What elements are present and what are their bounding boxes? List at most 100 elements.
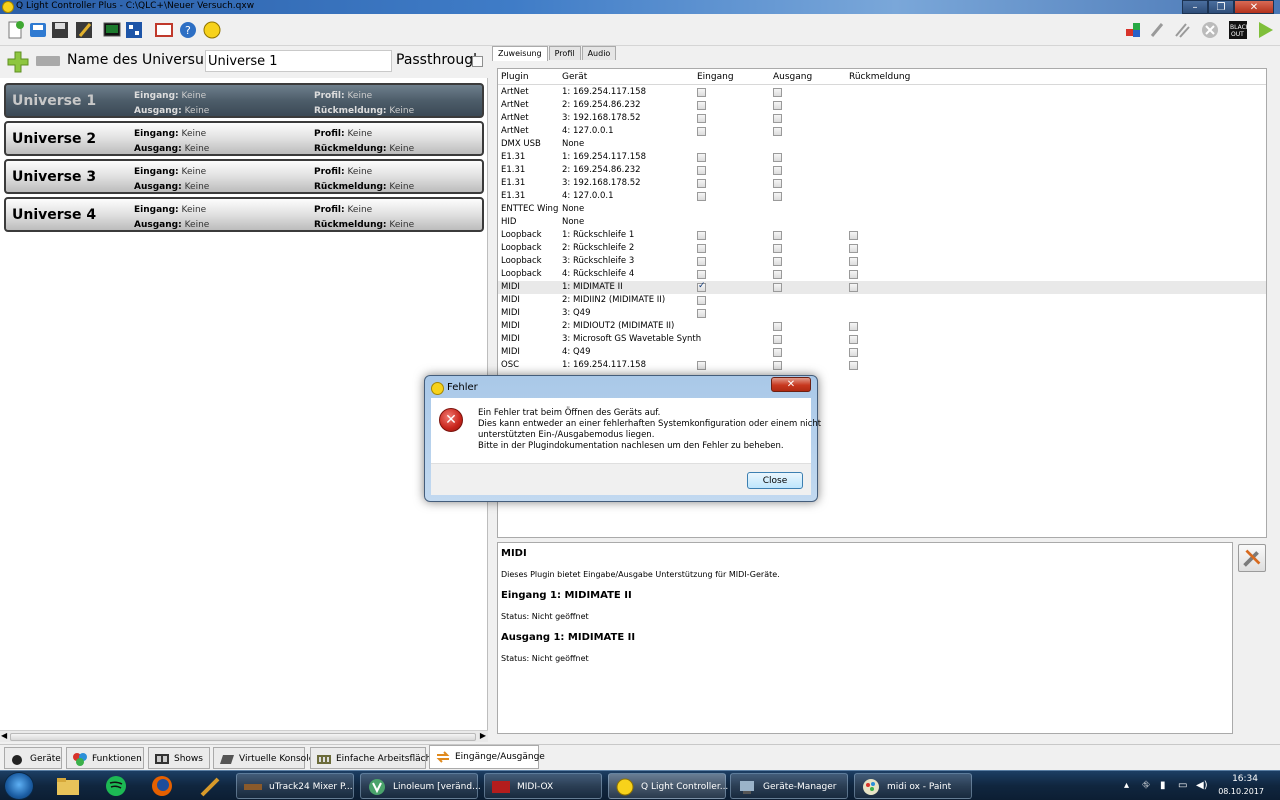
universe-item-1[interactable]: Universe 1 Eingang: Keine Ausgang: Keine… [4,83,484,118]
panic-button[interactable] [1200,20,1220,40]
tab-einfache-arbeitsflaeche[interactable]: Einfache Arbeitsfläche [310,747,437,769]
scrollbar-thumb[interactable] [10,733,476,741]
tab-geraete[interactable]: Geräte [4,747,62,769]
feedback-checkbox[interactable] [849,361,858,370]
table-row[interactable]: Loopback 3: Rückschleife 3 [498,255,1266,268]
output-checkbox[interactable] [773,348,782,357]
scroll-left-arrow-icon[interactable]: ◀ [1,731,7,740]
task-qlc-plus[interactable]: Q Light Controller... [608,773,728,799]
task-linoleum[interactable]: Linoleum [veränd... [360,773,481,799]
output-checkbox[interactable] [773,179,782,188]
table-row[interactable]: ArtNet 1: 169.254.117.158 [498,86,1266,99]
close-button[interactable]: Close [747,472,803,489]
output-checkbox[interactable] [773,114,782,123]
monitor-button[interactable] [102,20,122,40]
help-button[interactable]: ? [178,20,198,40]
stop-functions-button[interactable] [1148,20,1168,40]
open-workspace-button[interactable] [28,20,48,40]
spotify-pin[interactable] [94,773,138,799]
input-checkbox[interactable] [697,179,706,188]
output-checkbox[interactable] [773,283,782,292]
table-row[interactable]: E1.31 3: 192.168.178.52 [498,177,1266,190]
table-row[interactable]: OSC 1: 169.254.117.158 [498,359,1266,372]
table-row[interactable]: ArtNet 4: 127.0.0.1 [498,125,1266,138]
tab-virtuelle-konsole[interactable]: Virtuelle Konsole [213,747,314,769]
feedback-checkbox[interactable] [849,270,858,279]
input-checkbox[interactable] [697,361,706,370]
column-input[interactable]: Eingang [697,72,734,82]
table-row[interactable]: DMX USB None [498,138,1266,151]
column-output[interactable]: Ausgang [773,72,812,82]
output-checkbox[interactable] [773,322,782,331]
task-utrack24[interactable]: uTrack24 Mixer P... [236,773,354,799]
task-geraete-manager[interactable]: Geräte-Manager [730,773,848,799]
universe-item-4[interactable]: Universe 4 Eingang: Keine Ausgang: Keine… [4,197,484,232]
feedback-checkbox[interactable] [849,257,858,266]
fade-out-button[interactable] [1172,20,1192,40]
horizontal-scrollbar[interactable]: ◀ ▶ [0,730,488,742]
universe-item-3[interactable]: Universe 3 Eingang: Keine Ausgang: Keine… [4,159,484,194]
dialog-close-icon[interactable]: ✕ [771,377,811,392]
new-workspace-button[interactable] [6,20,26,40]
output-checkbox[interactable] [773,361,782,370]
tab-profil[interactable]: Profil [548,46,581,60]
table-row[interactable]: E1.31 1: 169.254.117.158 [498,151,1266,164]
feedback-checkbox[interactable] [849,322,858,331]
input-checkbox[interactable] [697,127,706,136]
table-row[interactable]: E1.31 2: 169.254.86.232 [498,164,1266,177]
clock-date[interactable]: 08.10.2017 [1218,787,1264,796]
table-row[interactable]: Loopback 1: Rückschleife 1 [498,229,1266,242]
add-universe-button[interactable] [6,50,30,74]
input-checkbox[interactable] [697,281,706,292]
input-checkbox[interactable] [697,88,706,97]
address-tool-button[interactable] [124,20,144,40]
explorer-pin[interactable] [46,773,90,799]
output-checkbox[interactable] [773,231,782,240]
output-checkbox[interactable] [773,153,782,162]
output-checkbox[interactable] [773,166,782,175]
table-row[interactable]: MIDI 3: Q49 [498,307,1266,320]
output-checkbox[interactable] [773,244,782,253]
close-window-button[interactable]: ✕ [1234,0,1274,14]
about-button[interactable] [202,20,222,40]
tab-zuweisung[interactable]: Zuweisung [492,46,548,61]
show-hidden-icons-icon[interactable]: ▴ [1124,780,1136,792]
feedback-checkbox[interactable] [849,283,858,292]
feedback-checkbox[interactable] [849,335,858,344]
remove-universe-button[interactable] [36,56,60,66]
table-row[interactable]: MIDI 1: MIDIMATE II [498,281,1266,294]
scroll-right-arrow-icon[interactable]: ▶ [480,731,486,740]
table-row[interactable]: ArtNet 3: 192.168.178.52 [498,112,1266,125]
operate-mode-button[interactable] [1255,20,1275,40]
input-checkbox[interactable] [697,244,706,253]
input-checkbox[interactable] [697,270,706,279]
output-checkbox[interactable] [773,335,782,344]
table-row[interactable]: E1.31 4: 127.0.0.1 [498,190,1266,203]
feedback-checkbox[interactable] [849,244,858,253]
save-workspace-button[interactable] [50,20,70,40]
output-checkbox[interactable] [773,127,782,136]
table-row[interactable]: ENTTEC Wing None [498,203,1266,216]
maximize-button[interactable]: ❐ [1208,0,1234,14]
volume-icon[interactable]: ◀) [1196,780,1208,792]
table-row[interactable]: Loopback 4: Rückschleife 4 [498,268,1266,281]
table-row[interactable]: ArtNet 2: 169.254.86.232 [498,99,1266,112]
input-checkbox[interactable] [697,153,706,162]
task-midi-ox[interactable]: MIDI-OX [484,773,602,799]
tab-audio[interactable]: Audio [581,46,617,60]
dump-dmx-button[interactable] [1124,20,1144,40]
input-checkbox[interactable] [697,114,706,123]
table-row[interactable]: MIDI 3: Microsoft GS Wavetable Synth [498,333,1266,346]
task-paint[interactable]: midi ox - Paint [854,773,972,799]
universe-item-2[interactable]: Universe 2 Eingang: Keine Ausgang: Keine… [4,121,484,156]
save-as-button[interactable] [74,20,94,40]
clock-time[interactable]: 16:34 [1232,774,1258,784]
column-feedback[interactable]: Rückmeldung [849,72,910,82]
input-checkbox[interactable] [697,296,706,305]
column-plugin[interactable]: Plugin [501,72,529,82]
output-checkbox[interactable] [773,88,782,97]
input-checkbox[interactable] [697,309,706,318]
universe-name-input[interactable] [205,50,392,72]
tab-eingaenge-ausgaenge[interactable]: Eingänge/Ausgänge [429,745,545,769]
passthrough-checkbox[interactable] [472,56,483,67]
